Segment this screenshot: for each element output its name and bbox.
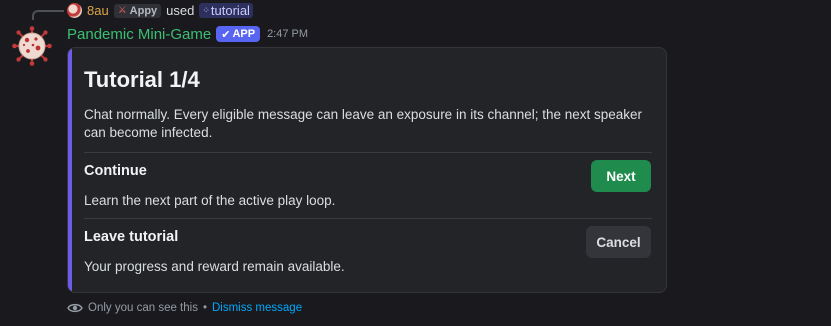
- embed-accent-bar: [68, 48, 72, 292]
- section-divider: [84, 152, 652, 153]
- message-header: Pandemic Mini-Game ✔ APP 2:47 PM: [67, 24, 308, 44]
- reply-avatar-icon[interactable]: [67, 3, 82, 18]
- app-badge-label: APP: [232, 28, 256, 40]
- embed-card: Tutorial 1/4 Chat normally. Every eligib…: [67, 47, 667, 293]
- message: 8au ⚔ Appy used ⁘ tutorial Pandemic Mini…: [0, 0, 831, 326]
- footer-separator: •: [202, 302, 207, 314]
- ephemeral-note: Only you can see this: [88, 302, 198, 314]
- used-text: used: [166, 3, 195, 18]
- cancel-button[interactable]: Cancel: [586, 226, 651, 258]
- reply-username[interactable]: 8au: [87, 3, 109, 18]
- slash-command-icon: ⁘: [202, 5, 209, 15]
- sword-icon: ⚔: [117, 5, 127, 16]
- timestamp[interactable]: 2:47 PM: [267, 28, 308, 40]
- leave-tutorial-section-description: Your progress and reward remain availabl…: [84, 259, 345, 274]
- dismiss-message-link[interactable]: Dismiss message: [212, 302, 302, 314]
- virus-avatar-icon: [12, 26, 52, 66]
- command-reply-line[interactable]: 8au ⚔ Appy used ⁘ tutorial: [67, 2, 253, 19]
- section-divider: [84, 218, 652, 219]
- slash-command-link[interactable]: ⁘ tutorial: [199, 3, 253, 18]
- author-name[interactable]: Pandemic Mini-Game: [67, 26, 211, 43]
- user-tag: ⚔ Appy: [113, 3, 162, 18]
- ephemeral-footer: Only you can see this • Dismiss message: [67, 300, 302, 316]
- eye-icon: [67, 303, 83, 313]
- leave-tutorial-section-title: Leave tutorial: [84, 229, 179, 245]
- next-button[interactable]: Next: [591, 160, 651, 192]
- bot-avatar[interactable]: [12, 26, 52, 66]
- checkmark-icon: ✔: [221, 28, 231, 41]
- embed-description: Chat normally. Every eligible message ca…: [84, 107, 643, 140]
- user-tag-label: Appy: [129, 4, 158, 17]
- continue-section-title: Continue: [84, 163, 147, 179]
- reply-spine: [32, 10, 64, 20]
- slash-command-name: tutorial: [210, 3, 250, 18]
- continue-section-description: Learn the next part of the active play l…: [84, 193, 336, 208]
- app-badge: ✔ APP: [216, 26, 261, 42]
- embed-title: Tutorial 1/4: [84, 67, 200, 92]
